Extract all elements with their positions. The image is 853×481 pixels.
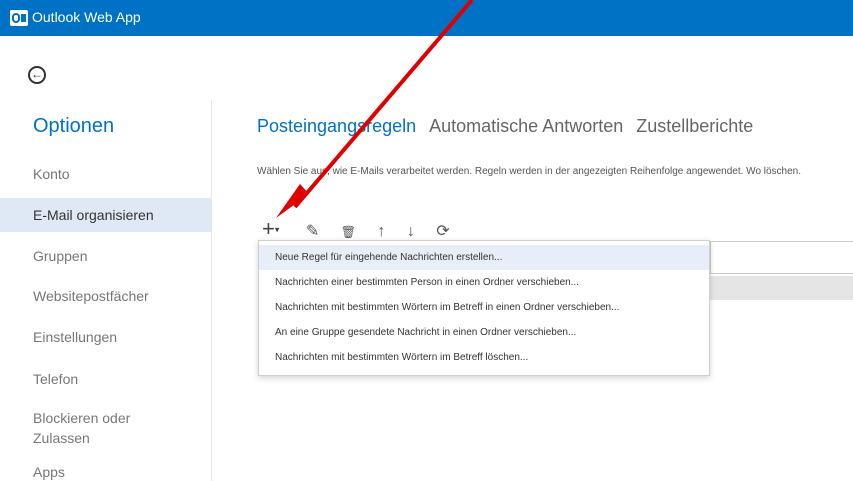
- app-header: Outlook Web App: [0, 0, 853, 36]
- move-down-arrow-icon[interactable]: ↓: [407, 223, 415, 241]
- add-rule-button[interactable]: +▾: [262, 216, 279, 242]
- tab-posteingangsregeln[interactable]: Posteingangsregeln: [257, 116, 416, 137]
- plus-icon: +: [262, 216, 275, 241]
- sidebar-item-gruppen[interactable]: Gruppen: [0, 248, 212, 264]
- back-arrow-icon[interactable]: ←: [28, 66, 46, 84]
- menu-item-move-group-message[interactable]: An eine Gruppe gesendete Nachricht in ei…: [259, 320, 709, 345]
- add-rule-dropdown-menu: Neue Regel für eingehende Nachrichten er…: [258, 240, 710, 376]
- menu-item-new-rule[interactable]: Neue Regel für eingehende Nachrichten er…: [259, 245, 709, 270]
- outlook-logo-icon: [10, 10, 28, 26]
- sidebar-item-konto[interactable]: Konto: [0, 166, 212, 182]
- menu-item-move-by-subject[interactable]: Nachrichten mit bestimmten Wörtern im Be…: [259, 295, 709, 320]
- sidebar-item-apps[interactable]: Apps: [0, 464, 212, 480]
- tab-zustellberichte[interactable]: Zustellberichte: [636, 116, 753, 137]
- move-up-arrow-icon[interactable]: ↑: [377, 223, 385, 241]
- menu-item-delete-by-subject[interactable]: Nachrichten mit bestimmten Wörtern im Be…: [259, 345, 709, 370]
- sidebar-item-telefon[interactable]: Telefon: [0, 371, 212, 387]
- rules-toolbar: +▾ ✎ 🗑 ↑ ↓ ⟳: [262, 216, 467, 242]
- app-title: Outlook Web App: [32, 9, 141, 25]
- edit-pencil-icon[interactable]: ✎: [306, 221, 319, 241]
- tab-automatische-antworten[interactable]: Automatische Antworten: [429, 116, 623, 137]
- sidebar-item-blockieren[interactable]: Blockieren oder Zulassen: [0, 408, 160, 448]
- chevron-down-icon: ▾: [274, 224, 280, 235]
- sidebar-item-einstellungen[interactable]: Einstellungen: [0, 329, 212, 345]
- refresh-icon[interactable]: ⟳: [436, 221, 449, 241]
- rules-list-row[interactable]: [710, 276, 853, 300]
- options-title: Optionen: [33, 115, 115, 137]
- menu-item-move-from-person[interactable]: Nachrichten einer bestimmten Person in e…: [259, 270, 709, 295]
- trash-icon[interactable]: 🗑: [341, 225, 356, 239]
- rules-list-header: [710, 241, 853, 274]
- tab-bar: Posteingangsregeln Automatische Antworte…: [257, 116, 761, 137]
- sidebar-item-email-organisieren[interactable]: E-Mail organisieren: [0, 198, 212, 232]
- options-sidebar: Optionen Konto E-Mail organisieren Grupp…: [0, 100, 212, 481]
- sidebar-item-websitepostfaecher[interactable]: Websitepostfächer: [0, 288, 212, 304]
- rules-description: Wählen Sie aus, wie E-Mails verarbeitet …: [257, 166, 802, 177]
